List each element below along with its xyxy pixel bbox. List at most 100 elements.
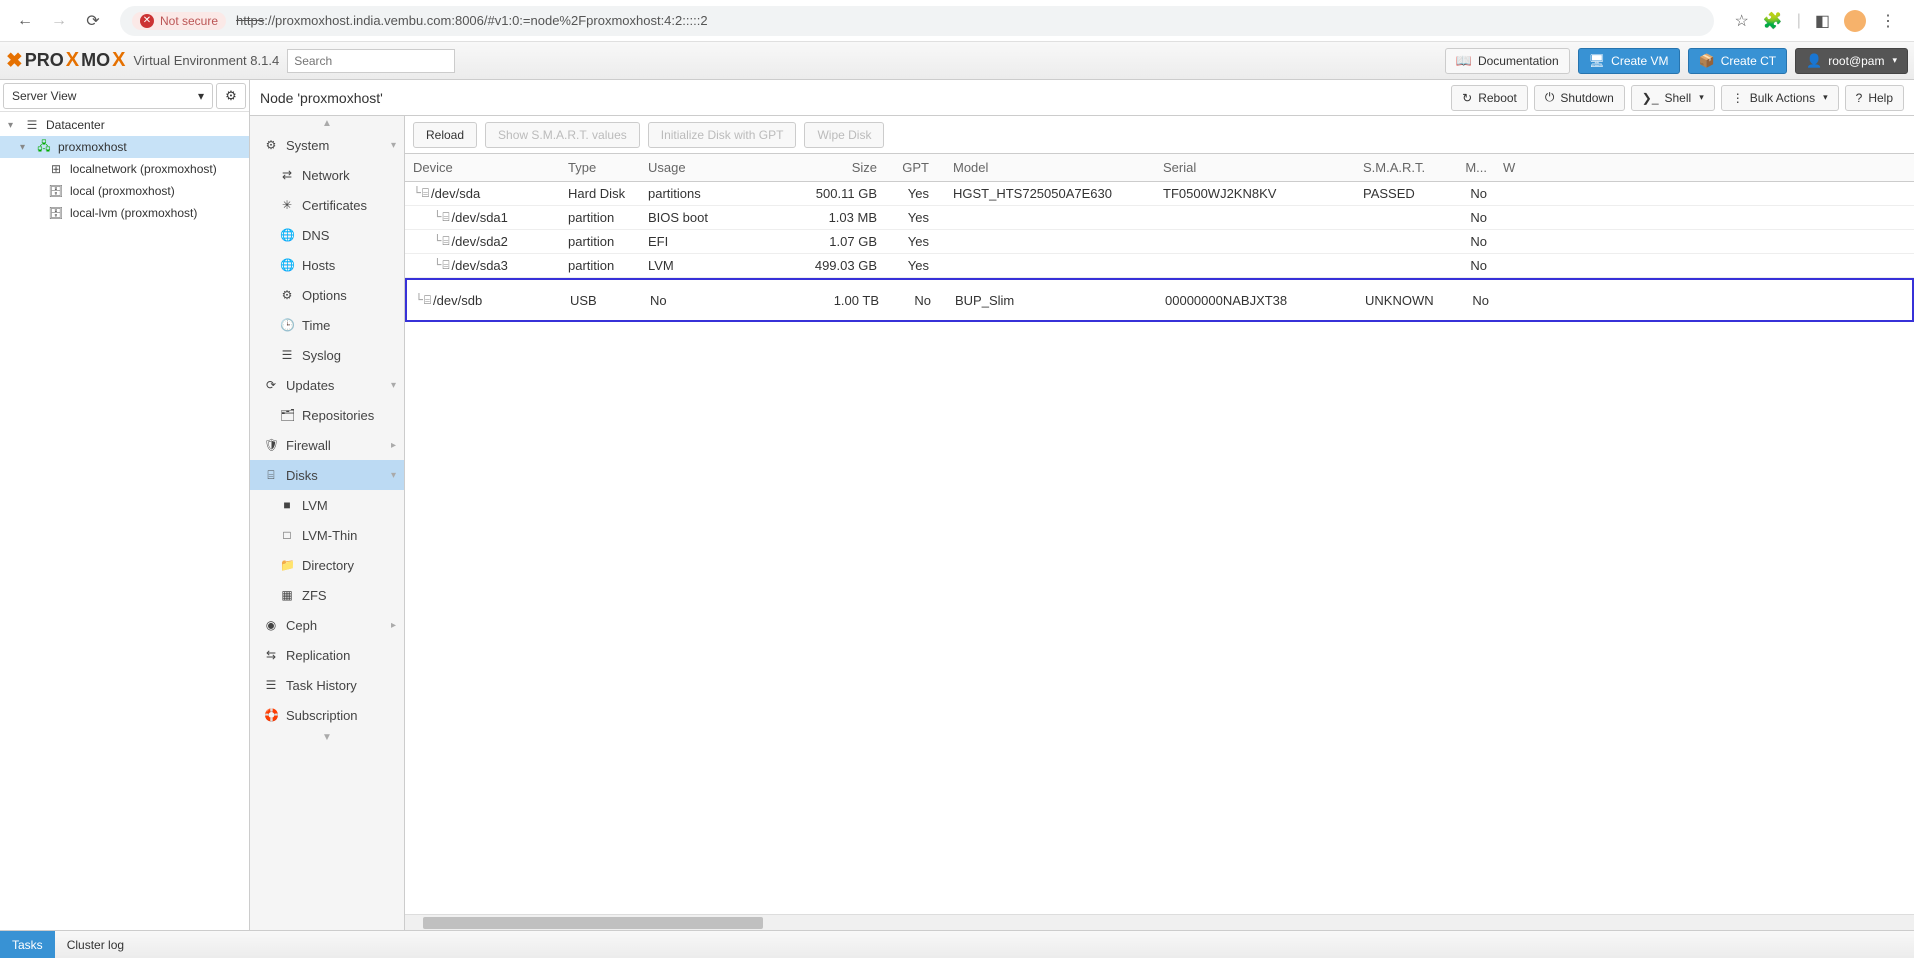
menu-time[interactable]: 🕒Time bbox=[250, 310, 404, 340]
bulk-actions-button[interactable]: ⋮ Bulk Actions ▾ bbox=[1721, 85, 1839, 111]
create-ct-button[interactable]: 📦Create CT bbox=[1688, 48, 1788, 74]
tree-node[interactable]: ▾🖧proxmoxhost bbox=[0, 136, 249, 158]
log-footer: Tasks Cluster log bbox=[0, 930, 1914, 958]
extensions-icon[interactable]: 🧩 bbox=[1763, 11, 1783, 31]
device-name: /dev/sda1 bbox=[452, 210, 508, 225]
col-model[interactable]: Model bbox=[945, 160, 1155, 175]
node-icon: 🖧 bbox=[36, 137, 52, 158]
cluster-log-tab[interactable]: Cluster log bbox=[55, 931, 136, 958]
col-wearout[interactable]: W bbox=[1495, 160, 1525, 175]
tree-localnetwork[interactable]: ⊞localnetwork (proxmoxhost) bbox=[0, 158, 249, 180]
menu-directory[interactable]: 📁Directory bbox=[250, 550, 404, 580]
menu-zfs[interactable]: ▦ZFS bbox=[250, 580, 404, 610]
help-button[interactable]: ? Help bbox=[1845, 85, 1904, 111]
wipe-disk-button[interactable]: Wipe Disk bbox=[804, 122, 884, 148]
hdd-icon: ⌸ bbox=[264, 468, 278, 483]
menu-options[interactable]: ⚙Options bbox=[250, 280, 404, 310]
back-button[interactable]: ← bbox=[10, 6, 40, 36]
col-type[interactable]: Type bbox=[560, 160, 640, 175]
scroll-down[interactable]: ▼ bbox=[250, 730, 404, 744]
settings-button[interactable]: ⚙ bbox=[216, 83, 246, 109]
url-text: https://proxmoxhost.india.vembu.com:8006… bbox=[236, 13, 708, 28]
chevron-down-icon: ▾ bbox=[391, 140, 396, 151]
support-icon: 🛟 bbox=[264, 708, 278, 722]
show-smart-button[interactable]: Show S.M.A.R.T. values bbox=[485, 122, 640, 148]
not-secure-badge: ✕Not secure bbox=[132, 12, 226, 30]
storage-icon: 🗄 bbox=[48, 184, 64, 198]
device-name: /dev/sda2 bbox=[452, 234, 508, 249]
reboot-button[interactable]: ↻ Reboot bbox=[1451, 85, 1528, 111]
init-gpt-button[interactable]: Initialize Disk with GPT bbox=[648, 122, 797, 148]
col-size[interactable]: Size bbox=[785, 160, 885, 175]
shell-button[interactable]: ❯_ Shell ▾ bbox=[1631, 85, 1715, 111]
menu-system[interactable]: ⚙System▾ bbox=[250, 130, 404, 160]
col-smart[interactable]: S.M.A.R.T. bbox=[1355, 160, 1455, 175]
menu-hosts[interactable]: 🌐Hosts bbox=[250, 250, 404, 280]
disks-grid: Device Type Usage Size GPT Model Serial … bbox=[405, 154, 1914, 914]
menu-disks[interactable]: ⌸Disks▾ bbox=[250, 460, 404, 490]
col-gpt[interactable]: GPT bbox=[885, 160, 945, 175]
hdd-icon: ⌸ bbox=[442, 210, 449, 225]
star-icon[interactable]: ☆ bbox=[1734, 11, 1748, 31]
disk-row[interactable]: └ ⌸ /dev/sda2partitionEFI1.07 GBYesNo bbox=[405, 230, 1914, 254]
shutdown-button[interactable]: ⏻ Shutdown bbox=[1534, 85, 1625, 111]
address-bar[interactable]: ✕Not secure https://proxmoxhost.india.ve… bbox=[120, 6, 1714, 36]
menu-icon[interactable]: ⋮ bbox=[1880, 11, 1896, 31]
documentation-button[interactable]: 📖Documentation bbox=[1445, 48, 1570, 74]
col-usage[interactable]: Usage bbox=[640, 160, 785, 175]
create-vm-button[interactable]: 🖥Create VM bbox=[1578, 48, 1680, 74]
tasks-tab[interactable]: Tasks bbox=[0, 931, 55, 958]
ve-title: Virtual Environment 8.1.4 bbox=[133, 53, 279, 68]
chevron-down-icon: ▾ bbox=[1892, 55, 1897, 66]
search-input[interactable] bbox=[287, 49, 455, 73]
storage-icon: 🗄 bbox=[48, 206, 64, 220]
panel-icon[interactable]: ◧ bbox=[1815, 11, 1830, 31]
menu-lvm[interactable]: ■LVM bbox=[250, 490, 404, 520]
disk-row[interactable]: └ ⌸ /dev/sda3partitionLVM499.03 GBYesNo bbox=[405, 254, 1914, 278]
menu-lvm-thin[interactable]: □LVM-Thin bbox=[250, 520, 404, 550]
menu-subscription[interactable]: 🛟Subscription bbox=[250, 700, 404, 730]
view-selector[interactable]: Server View▾ bbox=[3, 83, 213, 109]
col-serial[interactable]: Serial bbox=[1155, 160, 1355, 175]
node-sidemenu: ▲ ⚙System▾ ⇄Network ✳Certificates 🌐DNS 🌐… bbox=[250, 116, 405, 930]
square-outline-icon: □ bbox=[280, 528, 294, 542]
disk-row[interactable]: └ ⌸ /dev/sdbUSBNo1.00 TBNoBUP_Slim000000… bbox=[405, 278, 1914, 322]
help-icon: ? bbox=[1856, 91, 1863, 105]
scroll-up[interactable]: ▲ bbox=[250, 116, 404, 130]
globe-icon: 🌐 bbox=[280, 228, 294, 242]
reload-button[interactable]: Reload bbox=[413, 122, 477, 148]
files-icon: 🗂 bbox=[280, 408, 294, 422]
forward-button[interactable]: → bbox=[44, 6, 74, 36]
menu-ceph[interactable]: ◉Ceph▸ bbox=[250, 610, 404, 640]
menu-updates[interactable]: ⟳Updates▾ bbox=[250, 370, 404, 400]
disk-row[interactable]: └ ⌸ /dev/sda1partitionBIOS boot1.03 MBYe… bbox=[405, 206, 1914, 230]
reload-button[interactable]: ⟳ bbox=[78, 6, 108, 36]
menu-task-history[interactable]: ☰Task History bbox=[250, 670, 404, 700]
reboot-icon: ↻ bbox=[1462, 91, 1472, 105]
shield-icon: 🛡 bbox=[264, 438, 278, 452]
user-menu-button[interactable]: 👤root@pam▾ bbox=[1795, 48, 1908, 74]
folder-icon: 📁 bbox=[280, 558, 294, 572]
menu-firewall[interactable]: 🛡Firewall▸ bbox=[250, 430, 404, 460]
server-view-panel: Server View▾ ⚙ ▾☰Datacenter ▾🖧proxmoxhos… bbox=[0, 80, 250, 930]
disks-panel: Reload Show S.M.A.R.T. values Initialize… bbox=[405, 116, 1914, 930]
tree-datacenter[interactable]: ▾☰Datacenter bbox=[0, 114, 249, 136]
horizontal-scrollbar[interactable] bbox=[405, 914, 1914, 930]
tree-local-lvm[interactable]: 🗄local-lvm (proxmoxhost) bbox=[0, 202, 249, 224]
tree-local[interactable]: 🗄local (proxmoxhost) bbox=[0, 180, 249, 202]
hdd-icon: ⌸ bbox=[424, 293, 431, 308]
menu-repositories[interactable]: 🗂Repositories bbox=[250, 400, 404, 430]
terminal-icon: ❯_ bbox=[1642, 91, 1659, 105]
server-icon: ☰ bbox=[24, 118, 40, 132]
menu-dns[interactable]: 🌐DNS bbox=[250, 220, 404, 250]
disk-row[interactable]: └ ⌸ /dev/sdaHard Diskpartitions500.11 GB… bbox=[405, 182, 1914, 206]
menu-syslog[interactable]: ☰Syslog bbox=[250, 340, 404, 370]
profile-avatar[interactable] bbox=[1844, 10, 1866, 32]
list-icon: ☰ bbox=[264, 678, 278, 692]
menu-certificates[interactable]: ✳Certificates bbox=[250, 190, 404, 220]
menu-replication[interactable]: ⇆Replication bbox=[250, 640, 404, 670]
col-mounted[interactable]: M... bbox=[1455, 160, 1495, 175]
grid-header: Device Type Usage Size GPT Model Serial … bbox=[405, 154, 1914, 182]
col-device[interactable]: Device bbox=[405, 160, 560, 175]
menu-network[interactable]: ⇄Network bbox=[250, 160, 404, 190]
